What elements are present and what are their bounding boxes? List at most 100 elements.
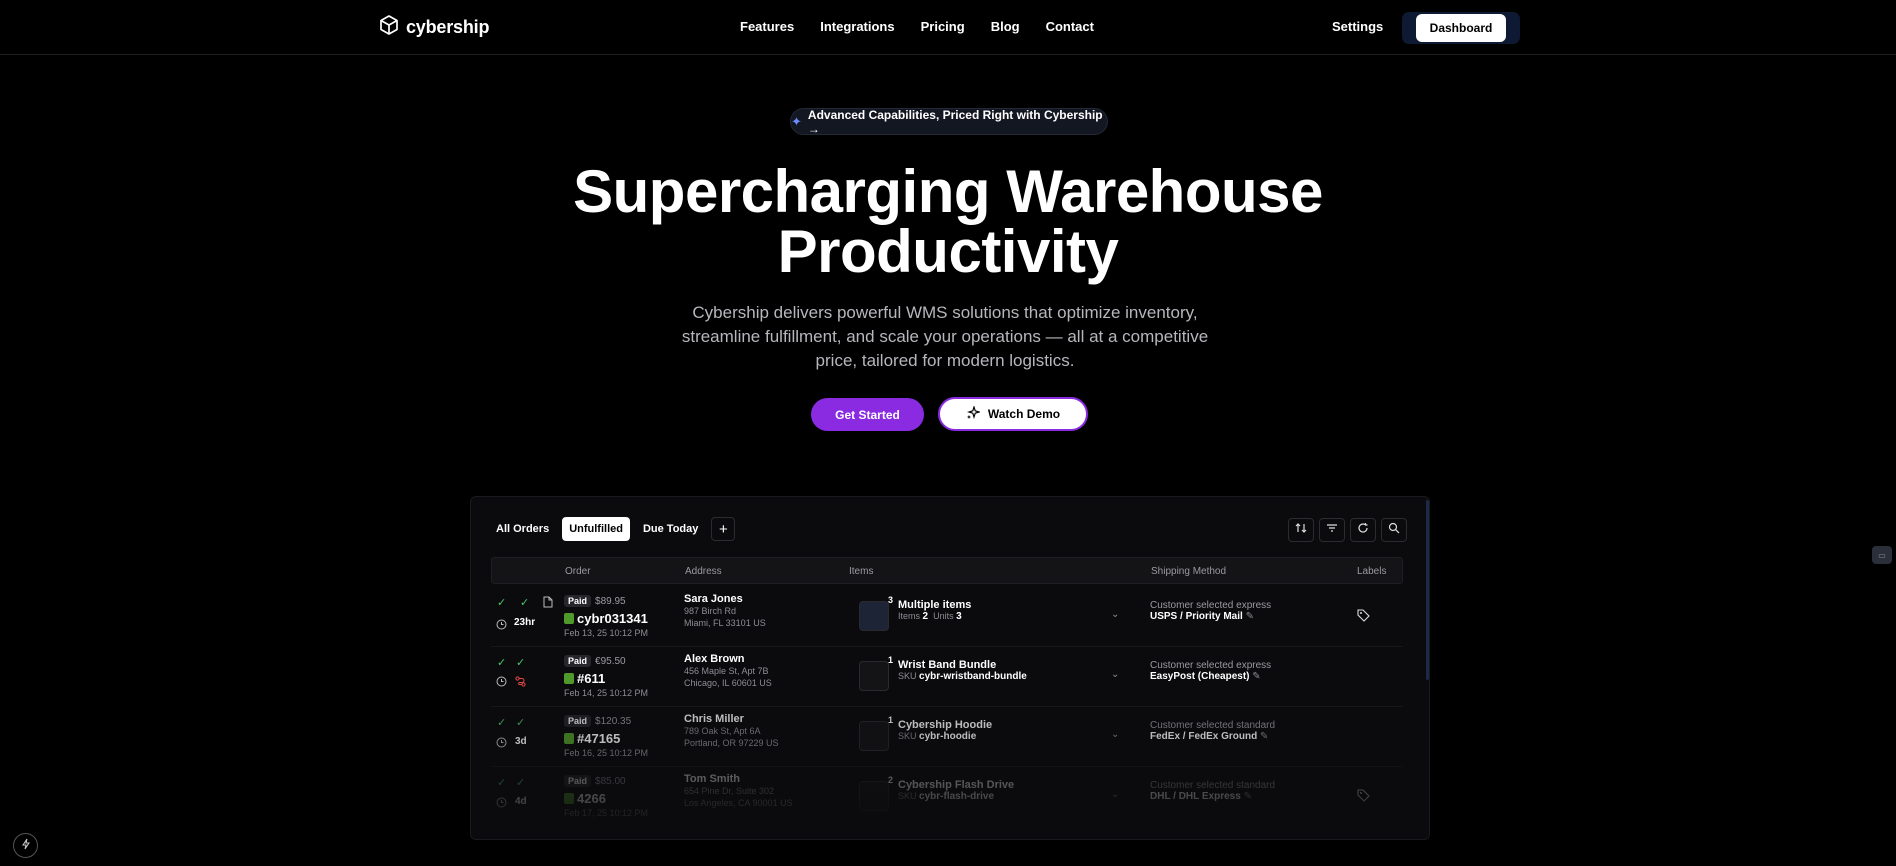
sort-icon [1295,521,1307,539]
order-cell: Paid $120.35 #47165 Feb 16, 25 10:12 PM [564,711,648,758]
chevron-down-icon[interactable]: ⌄ [1111,789,1119,800]
items-count: 2 [922,611,929,622]
order-date: Feb 16, 25 10:12 PM [564,748,649,758]
shopify-icon [564,793,574,804]
nav-link-integrations[interactable]: Integrations [820,19,894,34]
clock-icon [496,674,507,692]
announcement-pill[interactable]: ✦ Advanced Capabilities, Priced Right wi… [790,107,1108,136]
shipping-cell: Customer selected standard DHL / DHL Exp… [1150,780,1275,802]
hero-title-line1: Supercharging Warehouse [573,158,1323,225]
refresh-button[interactable] [1350,518,1376,542]
items-label: Items [898,611,921,621]
sku-label: SKU [898,671,917,681]
route-alert-icon [515,674,526,692]
check-icon: ✓ [516,717,526,729]
shopify-icon [564,733,574,744]
tab-due-today[interactable]: Due Today [636,517,705,541]
table-row[interactable]: ✓ ✓ Paid €95.50 #611 Feb 14, 25 10:12 PM … [491,647,1403,707]
address-line2: Chicago, IL 60601 US [684,678,772,688]
tab-unfulfilled[interactable]: Unfulfilled [562,517,630,541]
filter-button[interactable] [1319,518,1345,542]
item-name: Cybership Hoodie [898,719,993,731]
address-line2: Los Angeles, CA 90001 US [684,798,793,808]
document-icon[interactable] [543,595,553,613]
check-icon: ✓ [516,657,526,669]
order-age: 3d [515,736,527,747]
shipping-cell: Customer selected standard FedEx / FedEx… [1150,720,1275,742]
order-number[interactable]: cybr031341 [577,611,648,626]
lightning-icon [20,837,32,855]
address-line1: 654 Pine Dr, Suite 302 [684,786,775,796]
paid-badge: Paid [564,775,592,787]
nav-links: Features Integrations Pricing Blog Conta… [740,19,1094,34]
shipping-selection: Customer selected express [1150,600,1272,611]
tab-all-orders[interactable]: All Orders [489,517,556,541]
edit-pencil-icon[interactable]: ✎ [1244,791,1252,802]
nav-link-contact[interactable]: Contact [1046,19,1094,34]
sku-label: SKU [898,731,917,741]
brand-logo[interactable]: cybership [380,14,490,40]
edit-pencil-icon[interactable]: ✎ [1260,731,1268,742]
order-price: $85.00 [595,776,626,787]
hero-title: Supercharging Warehouse Productivity [0,162,1896,282]
table-row[interactable]: ✓ ✓ 23hr Paid $89.95 cybr031341 Feb 13, 2… [491,587,1403,647]
shipping-selection: Customer selected express [1150,660,1272,671]
hero-subtitle: Cybership delivers powerful WMS solution… [681,303,1209,370]
edit-pencil-icon[interactable]: ✎ [1246,611,1254,622]
dev-tools-badge[interactable] [13,833,38,858]
check-icon: ✓ [516,777,526,789]
shipping-carrier: FedEx / FedEx Ground [1150,731,1258,742]
dashboard-button[interactable]: Dashboard [1416,14,1506,42]
order-number[interactable]: 4266 [577,791,606,806]
paid-badge: Paid [564,595,592,607]
plus-icon: + [719,520,728,538]
table-row[interactable]: ✓ ✓ 3d Paid $120.35 #47165 Feb 16, 25 10:… [491,707,1403,767]
units-count: 3 [956,611,962,622]
brand-name: cybership [406,16,490,37]
item-thumbnail: 2 [859,775,893,811]
shipping-selection: Customer selected standard [1150,780,1276,791]
check-icon: ✓ [497,777,507,789]
search-button[interactable] [1381,518,1407,542]
chevron-down-icon[interactable]: ⌄ [1111,609,1119,620]
clock-icon [496,795,507,813]
address-line1: 987 Birch Rd [684,606,737,616]
item-name: Cybership Flash Drive [898,779,1015,791]
get-started-button[interactable]: Get Started [811,398,924,431]
order-price: €95.50 [595,656,626,667]
items-cell: Cybership Flash Drive SKU cybr-flash-dri… [898,779,1014,802]
item-name: Multiple items [898,599,972,611]
customer-name: Alex Brown [684,653,745,665]
chevron-down-icon[interactable]: ⌄ [1111,669,1119,680]
item-name: Wrist Band Bundle [898,659,997,671]
cube-logo-icon [380,14,398,40]
shipping-carrier: USPS / Priority Mail [1150,611,1243,622]
item-thumbnail: 1 [859,655,893,691]
check-icon: ✓ [497,717,507,729]
check-icon: ✓ [497,597,507,609]
add-tab-button[interactable]: + [711,517,736,541]
order-number[interactable]: #611 [577,671,605,686]
tag-icon[interactable] [1357,789,1370,807]
table-row[interactable]: ✓ ✓ 4d Paid $85.00 4266 Feb 17, 25 10:12 … [491,767,1403,827]
order-date: Feb 17, 25 10:12 PM [564,808,649,818]
sort-button[interactable] [1288,518,1314,542]
col-shipping-method: Shipping Method [1151,566,1227,577]
orders-dashboard-preview: All Orders Unfulfilled Due Today + Order… [470,496,1430,840]
side-feedback-widget[interactable]: ▭ [1872,546,1892,564]
settings-link[interactable]: Settings [1332,19,1383,34]
order-number[interactable]: #47165 [577,731,620,746]
search-icon [1388,521,1400,539]
nav-link-features[interactable]: Features [740,19,794,34]
order-date: Feb 13, 25 10:12 PM [564,628,649,638]
nav-link-blog[interactable]: Blog [991,19,1020,34]
col-labels: Labels [1357,566,1387,577]
top-navbar: cybership Features Integrations Pricing … [0,0,1896,55]
edit-pencil-icon[interactable]: ✎ [1252,671,1260,682]
tag-icon[interactable] [1357,609,1370,627]
announcement-text: Advanced Capabilities, Priced Right with… [807,107,1103,136]
nav-link-pricing[interactable]: Pricing [921,19,965,34]
item-sku: cybr-wristband-bundle [919,671,1027,682]
chevron-down-icon[interactable]: ⌄ [1111,729,1119,740]
watch-demo-button[interactable]: Watch Demo [938,397,1088,431]
